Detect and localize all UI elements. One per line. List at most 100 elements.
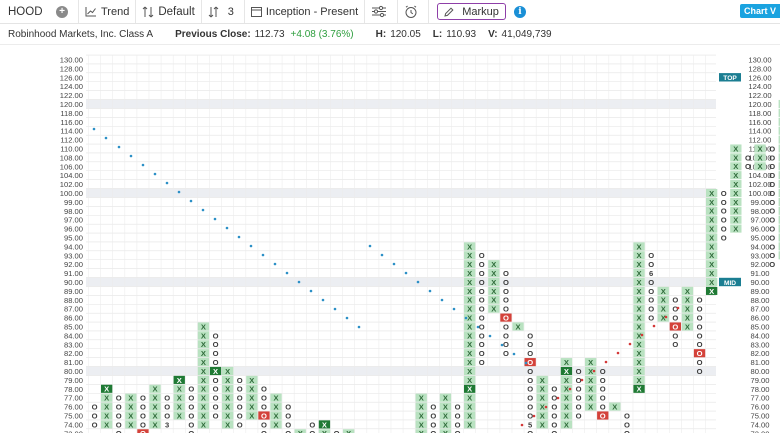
bearish-trend-dot (201, 208, 205, 212)
pnf-box-symbol: O (479, 331, 485, 340)
grid-band (86, 277, 716, 287)
pnf-box: O (551, 394, 557, 403)
pnf-box: O (721, 233, 727, 242)
alarm-button[interactable] (398, 0, 430, 23)
pnf-box-symbol: X (104, 420, 109, 429)
pnf-box-symbol: O (648, 278, 654, 287)
pnf-box-symbol: O (479, 358, 485, 367)
pnf-box-symbol: X (104, 403, 109, 412)
pnf-box: X (464, 367, 476, 376)
pnf-box-symbol: X (685, 314, 690, 323)
pnf-box: O (769, 171, 775, 180)
chart-view-button[interactable]: Chart V (739, 4, 780, 18)
pnf-box: X (197, 420, 210, 429)
pnf-box-symbol: X (564, 420, 569, 429)
pnf-box: O (527, 411, 533, 420)
pnf-box: X (464, 358, 476, 367)
pnf-box: O (116, 411, 122, 420)
markup-button[interactable]: Markup (437, 3, 506, 20)
pnf-box: X (730, 216, 742, 225)
pnf-box: O (430, 420, 436, 429)
pnf-box-symbol: O (648, 314, 654, 323)
pnf-box-symbol: O (697, 322, 703, 331)
marker-top-badge: TOP (719, 73, 741, 82)
symbol-label[interactable]: HOOD (0, 0, 50, 23)
pnf-box-symbol: X (249, 411, 254, 420)
y-axis-label-left: 120.00 (60, 100, 83, 109)
pnf-box: X (730, 207, 742, 216)
info-icon[interactable]: i (513, 5, 526, 18)
box-reversal-dropdown[interactable]: 3 (202, 0, 245, 23)
pnf-box-symbol: X (467, 349, 472, 358)
pnf-box: X (270, 403, 282, 412)
markup-area: Markup i (429, 0, 532, 23)
pnf-box-symbol: O (479, 314, 485, 323)
bearish-trend-dot (141, 163, 145, 167)
bearish-trend-dot (368, 244, 372, 248)
pnf-box-symbol: 3 (165, 420, 169, 429)
pnf-box: X (706, 287, 718, 296)
pnf-box-symbol: O (624, 420, 630, 429)
pnf-box: X (681, 287, 694, 296)
bullish-trend-dot (604, 360, 608, 364)
pnf-box: O (285, 411, 291, 420)
pnf-box: X (706, 278, 718, 287)
pnf-box: X (585, 376, 597, 385)
pnf-box: O (334, 429, 340, 433)
pnf-box-symbol: O (769, 171, 775, 180)
pnf-box: O (551, 385, 557, 394)
pnf-box-symbol: X (637, 340, 642, 349)
pnf-box: O (576, 385, 582, 394)
pnf-box: 6 (649, 269, 653, 278)
pnf-box-symbol: X (467, 260, 472, 269)
pnf-box-symbol: O (576, 394, 582, 403)
pnf-box: X (730, 162, 742, 171)
point-and-figure-chart[interactable]: 130.00 130.00128.00 128.00126.00 126.00124.… (0, 45, 780, 433)
pnf-box-symbol: X (733, 153, 738, 162)
pnf-box-symbol: X (177, 411, 182, 420)
pnf-box-symbol: O (721, 225, 727, 234)
trend-button[interactable]: Trend (79, 0, 137, 23)
pnf-box-symbol: X (443, 420, 448, 429)
pnf-box-symbol: O (527, 385, 533, 394)
pnf-box: O (92, 411, 98, 420)
pnf-box-symbol: X (128, 411, 133, 420)
pnf-box: O (188, 420, 194, 429)
pnf-box-symbol: X (249, 376, 254, 385)
y-axis-label-right: 102.00 (748, 180, 771, 189)
pnf-box: O (697, 331, 703, 340)
pnf-box-symbol: X (491, 296, 496, 305)
pnf-box: O (527, 367, 533, 376)
pnf-box: O (261, 429, 267, 433)
pnf-box-symbol: O (527, 411, 533, 420)
pnf-box-symbol: X (491, 305, 496, 314)
pnf-box: O (213, 349, 219, 358)
pnf-box: O (479, 251, 485, 260)
y-axis-label-left: 126.00 (60, 73, 83, 82)
pnf-box-symbol: O (576, 376, 582, 385)
date-range-dropdown[interactable]: Inception - Present (245, 0, 366, 23)
bearish-trend-dot (177, 190, 181, 194)
y-axis-label-right: 91.00 (750, 269, 769, 278)
pnf-box-symbol: X (588, 394, 593, 403)
pnf-box: X (464, 251, 476, 260)
pnf-box-symbol: X (588, 376, 593, 385)
pnf-box: O (140, 394, 146, 403)
pnf-box: O (309, 420, 315, 429)
pnf-box-symbol: O (527, 376, 533, 385)
y-axis-label-left: 118.00 (60, 109, 83, 118)
pnf-box-symbol: O (672, 314, 678, 323)
pnf-box-symbol: X (177, 403, 182, 412)
pnf-box-symbol: X (709, 260, 714, 269)
settings-button[interactable] (365, 0, 399, 23)
bearish-trend-dot (273, 262, 277, 266)
pnf-box-symbol: X (540, 385, 545, 394)
pnf-box: X (706, 242, 718, 251)
pnf-box-symbol: O (648, 287, 654, 296)
pnf-box-symbol: O (430, 420, 436, 429)
pnf-box-symbol: O (672, 331, 678, 340)
scale-dropdown[interactable]: Default (136, 0, 202, 23)
pnf-box-symbol: X (637, 385, 642, 394)
add-symbol-button[interactable]: + (50, 0, 79, 23)
scale-label: Default (158, 5, 195, 18)
